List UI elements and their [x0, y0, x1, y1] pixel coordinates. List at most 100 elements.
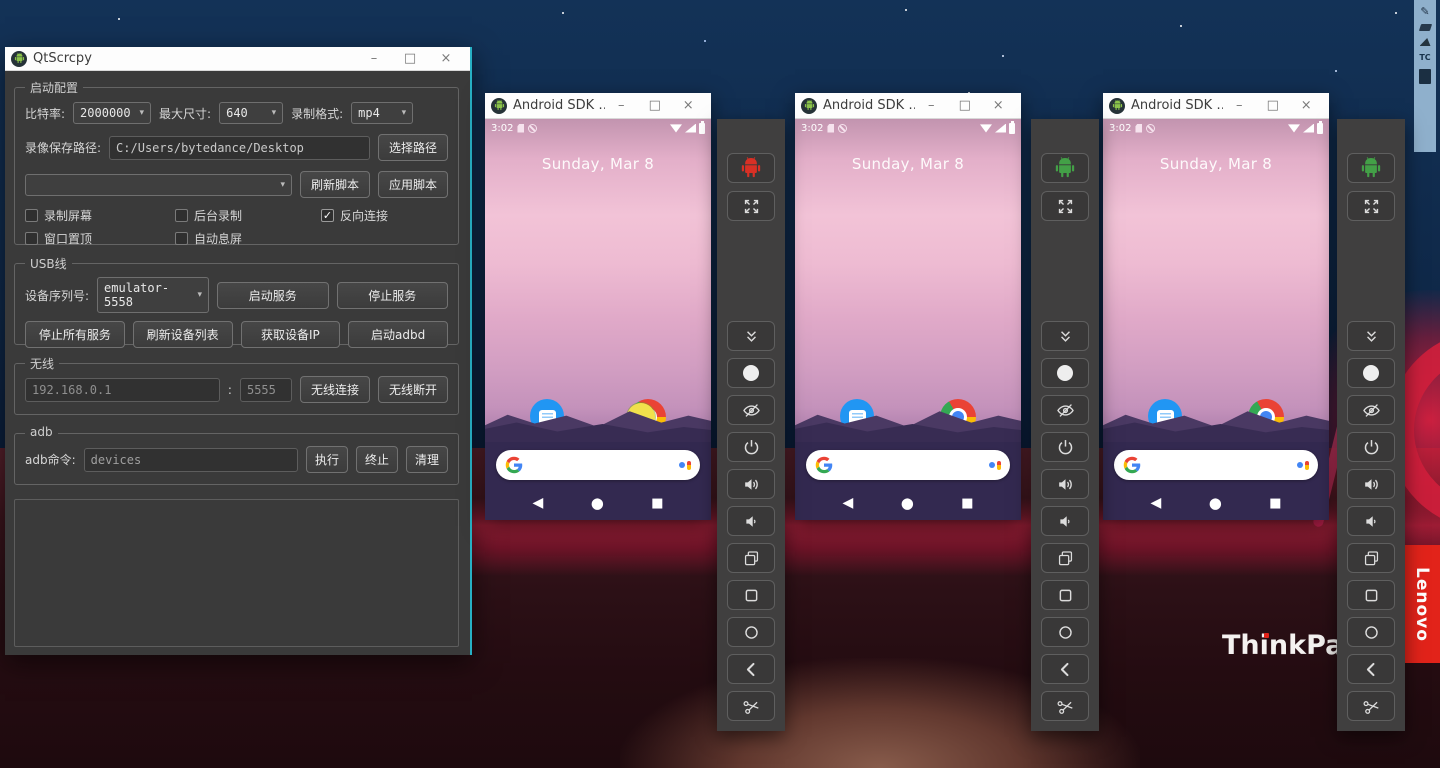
record-button[interactable] — [1041, 358, 1089, 388]
refresh-script-button[interactable]: 刷新脚本 — [300, 171, 370, 198]
recents-button[interactable] — [1041, 580, 1089, 610]
android-home-button[interactable]: ● — [591, 494, 604, 512]
serial-select[interactable]: emulator-5558 ▾ — [97, 277, 209, 313]
minimize-button[interactable]: – — [356, 47, 392, 71]
android-screen[interactable]: 3:02 Sunday, Mar 8 — [1103, 119, 1329, 520]
close-button[interactable]: × — [982, 94, 1016, 118]
script-select[interactable]: ▾ — [25, 174, 292, 196]
android-robot-button[interactable] — [1347, 153, 1395, 183]
wireless-disconnect-button[interactable]: 无线断开 — [378, 376, 448, 403]
close-button[interactable]: × — [672, 94, 706, 118]
fullscreen-button[interactable] — [1041, 191, 1089, 221]
checkbox-background-record[interactable]: 后台录制 — [175, 207, 313, 224]
start-adbd-button[interactable]: 启动adbd — [348, 321, 448, 348]
volume-down-button[interactable] — [1041, 506, 1089, 536]
expand-more-button[interactable] — [1347, 321, 1395, 351]
max-size-select[interactable]: 640 ▾ — [219, 102, 283, 124]
minimize-button[interactable]: – — [605, 94, 639, 118]
checkbox-window-on-top[interactable]: 窗口置顶 — [25, 230, 167, 247]
stop-all-services-button[interactable]: 停止所有服务 — [25, 321, 125, 348]
screen-off-button[interactable] — [1347, 395, 1395, 425]
screenshot-button[interactable] — [727, 691, 775, 721]
fullscreen-button[interactable] — [727, 191, 775, 221]
google-search-bar[interactable] — [496, 450, 700, 480]
mic-icon[interactable] — [679, 461, 691, 470]
android-home-button[interactable]: ● — [1209, 494, 1222, 512]
eraser-icon[interactable] — [1418, 24, 1431, 31]
maximize-button[interactable]: □ — [1256, 94, 1290, 118]
android-screen[interactable]: 3:02 Sunday, Mar 8 — [795, 119, 1021, 520]
app-switch-button[interactable] — [1041, 543, 1089, 573]
google-search-bar[interactable] — [1114, 450, 1318, 480]
save-path-input[interactable] — [109, 136, 370, 160]
checkbox-record-screen[interactable]: 录制屏幕 — [25, 207, 167, 224]
screen-off-button[interactable] — [727, 395, 775, 425]
record-button[interactable] — [727, 358, 775, 388]
fullscreen-button[interactable] — [1347, 191, 1395, 221]
wireless-port-input[interactable] — [240, 378, 292, 402]
apply-script-button[interactable]: 应用脚本 — [378, 171, 448, 198]
choose-path-button[interactable]: 选择路径 — [378, 134, 448, 161]
google-search-bar[interactable] — [806, 450, 1010, 480]
qtscrcpy-titlebar[interactable]: QtScrcpy – □ × — [5, 47, 470, 71]
back-button[interactable] — [1041, 654, 1089, 684]
screen-off-button[interactable] — [1041, 395, 1089, 425]
power-button[interactable] — [1347, 432, 1395, 462]
screenshot-button[interactable] — [1347, 691, 1395, 721]
volume-down-button[interactable] — [727, 506, 775, 536]
back-button[interactable] — [1347, 654, 1395, 684]
android-recents-button[interactable]: ■ — [961, 496, 973, 511]
back-button[interactable] — [727, 654, 775, 684]
android-back-button[interactable]: ◀ — [532, 495, 543, 511]
wireless-ip-input[interactable] — [25, 378, 220, 402]
minimize-button[interactable]: – — [915, 94, 949, 118]
checkbox-reverse-connection[interactable]: ✓ 反向连接 — [321, 207, 388, 224]
adb-clear-button[interactable]: 清理 — [406, 446, 448, 473]
android-recents-button[interactable]: ■ — [651, 496, 663, 511]
android-home-button[interactable]: ● — [901, 494, 914, 512]
maximize-button[interactable]: □ — [948, 94, 982, 118]
app-switch-button[interactable] — [1347, 543, 1395, 573]
bitrate-select[interactable]: 2000000 ▾ — [73, 102, 151, 124]
record-button[interactable] — [1347, 358, 1395, 388]
close-button[interactable]: × — [428, 47, 464, 71]
maximize-button[interactable]: □ — [638, 94, 672, 118]
android-recents-button[interactable]: ■ — [1269, 496, 1281, 511]
volume-up-button[interactable] — [1041, 469, 1089, 499]
expand-more-button[interactable] — [1041, 321, 1089, 351]
mic-icon[interactable] — [989, 461, 1001, 470]
record-format-select[interactable]: mp4 ▾ — [351, 102, 413, 124]
wireless-connect-button[interactable]: 无线连接 — [300, 376, 370, 403]
get-device-ip-button[interactable]: 获取设备IP — [241, 321, 341, 348]
android-back-button[interactable]: ◀ — [1150, 495, 1161, 511]
stop-service-button[interactable]: 停止服务 — [337, 282, 448, 309]
recents-button[interactable] — [727, 580, 775, 610]
home-button[interactable] — [727, 617, 775, 647]
expand-more-button[interactable] — [727, 321, 775, 351]
maximize-button[interactable]: □ — [392, 47, 428, 71]
checkbox-auto-screen-off[interactable]: 自动息屏 — [175, 230, 242, 247]
app-switch-button[interactable] — [727, 543, 775, 573]
adb-stop-button[interactable]: 终止 — [356, 446, 398, 473]
volume-up-button[interactable] — [727, 469, 775, 499]
recents-button[interactable] — [1347, 580, 1395, 610]
highlighter-icon[interactable] — [1420, 38, 1431, 46]
volume-down-button[interactable] — [1347, 506, 1395, 536]
refresh-device-list-button[interactable]: 刷新设备列表 — [133, 321, 233, 348]
adb-output-area[interactable] — [14, 499, 459, 647]
android-screen[interactable]: 3:02 Sunday, Mar 8 — [485, 119, 711, 520]
adb-command-input[interactable] — [84, 448, 298, 472]
mic-icon[interactable] — [1297, 461, 1309, 470]
android-robot-button[interactable] — [727, 153, 775, 183]
start-service-button[interactable]: 启动服务 — [217, 282, 328, 309]
screenshot-button[interactable] — [1041, 691, 1089, 721]
pencil-icon[interactable]: ✎ — [1420, 6, 1429, 17]
minimize-button[interactable]: – — [1223, 94, 1257, 118]
close-button[interactable]: × — [1290, 94, 1324, 118]
power-button[interactable] — [727, 432, 775, 462]
android-robot-button[interactable] — [1041, 153, 1089, 183]
adb-execute-button[interactable]: 执行 — [306, 446, 348, 473]
power-button[interactable] — [1041, 432, 1089, 462]
color-swatch-icon[interactable] — [1419, 69, 1431, 84]
home-button[interactable] — [1347, 617, 1395, 647]
